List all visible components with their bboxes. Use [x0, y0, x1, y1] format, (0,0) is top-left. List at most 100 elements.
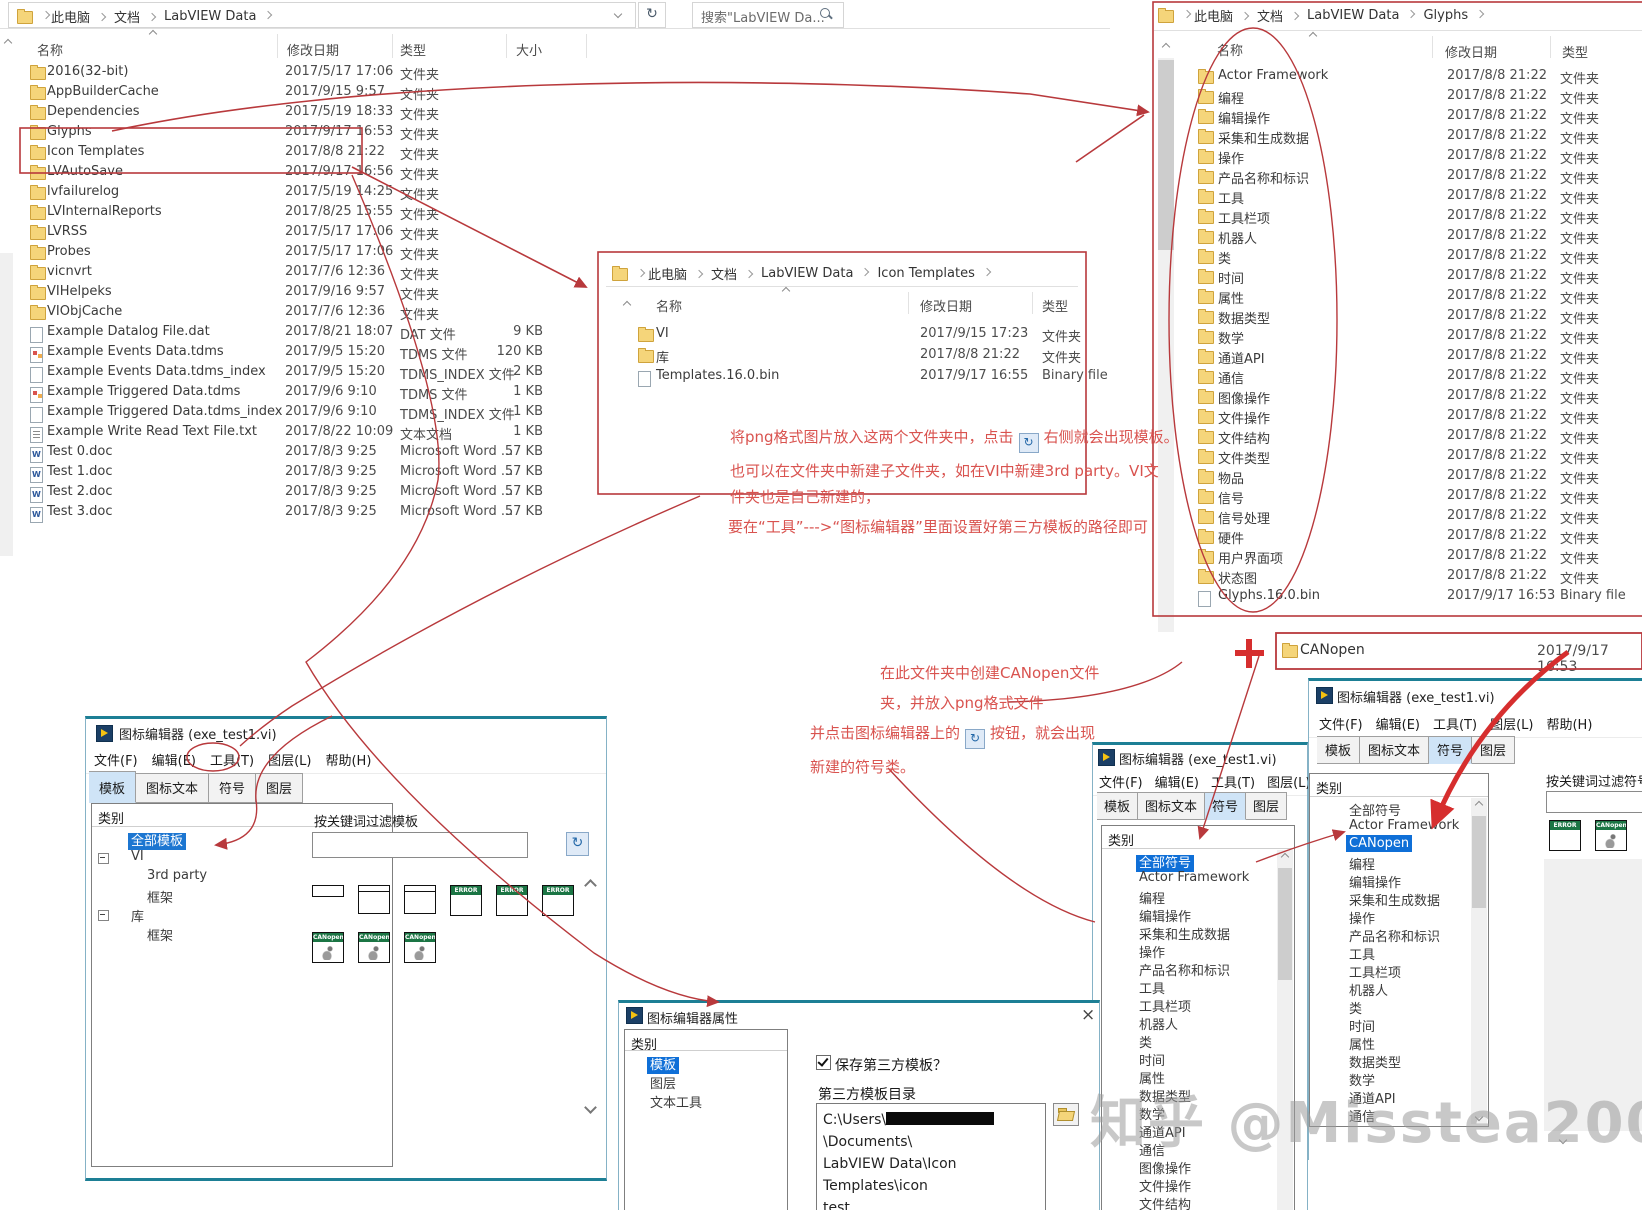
- refresh-templates-button[interactable]: [566, 832, 589, 856]
- tab[interactable]: 图标文本: [1360, 736, 1430, 764]
- template-thumbnail[interactable]: ERROR: [542, 885, 574, 916]
- file-row[interactable]: LVAutoSave 2017/9/17 16:56 文件夹: [0, 164, 1100, 184]
- file-row[interactable]: Glyphs 2017/9/17 16:53 文件夹: [0, 124, 1100, 144]
- tab[interactable]: 图标文本: [1138, 792, 1206, 820]
- breadcrumb[interactable]: 此电脑 文档 LabVIEW Data Glyphs: [1194, 6, 1492, 25]
- address-dropdown-icon[interactable]: [613, 9, 623, 19]
- symbol-category-item[interactable]: 时间: [1136, 1050, 1276, 1069]
- symbol-category-item[interactable]: 数据类型: [1346, 1052, 1470, 1071]
- search-input[interactable]: 搜索"LabVIEW Da...: [692, 2, 844, 28]
- menu-item[interactable]: 工具(T): [210, 750, 254, 769]
- tab[interactable]: 模板: [1317, 736, 1361, 764]
- file-row[interactable]: Templates.16.0.bin 2017/9/17 16:55 Binar…: [598, 368, 1108, 389]
- file-row[interactable]: 图像操作 2017/8/8 21:22 文件夹: [1110, 388, 1642, 408]
- file-row[interactable]: 2016(32-bit) 2017/5/17 17:06 文件夹: [0, 64, 1100, 84]
- file-row[interactable]: 库 2017/8/8 21:22 文件夹: [598, 347, 1086, 368]
- column-header-name[interactable]: 名称: [656, 296, 682, 315]
- template-thumbnail[interactable]: [404, 885, 436, 914]
- symbol-category-item[interactable]: Actor Framework: [1346, 818, 1470, 836]
- file-row[interactable]: 操作 2017/8/8 21:22 文件夹: [1110, 148, 1642, 168]
- file-row[interactable]: 数据类型 2017/8/8 21:22 文件夹: [1110, 308, 1642, 328]
- filter-input[interactable]: [312, 832, 528, 858]
- tree-expander-icon[interactable]: [98, 910, 109, 921]
- tab[interactable]: 图层: [1472, 736, 1516, 764]
- symbol-category-item[interactable]: 采集和生成数据: [1346, 890, 1470, 909]
- symbol-category-item[interactable]: 工具: [1346, 944, 1470, 963]
- file-row[interactable]: 状态图 2017/8/8 21:22 文件夹: [1110, 568, 1642, 588]
- breadcrumb-item[interactable]: Glyphs: [1423, 8, 1492, 23]
- tree-expander-icon[interactable]: [98, 853, 109, 864]
- symbol-category-item[interactable]: Actor Framework: [1136, 870, 1276, 888]
- file-row[interactable]: 文件类型 2017/8/8 21:22 文件夹: [1110, 448, 1642, 468]
- breadcrumb-item[interactable]: 此电脑: [1194, 6, 1257, 25]
- symbol-category-item[interactable]: 全部符号: [1346, 800, 1470, 819]
- file-row[interactable]: 文件结构 2017/8/8 21:22 文件夹: [1110, 428, 1642, 448]
- file-row[interactable]: 工具栏项 2017/8/8 21:22 文件夹: [1110, 208, 1642, 228]
- list-scrollbar[interactable]: [1471, 798, 1487, 1124]
- scroll-down-icon[interactable]: [584, 1101, 597, 1114]
- column-header-date[interactable]: 修改日期: [920, 296, 972, 315]
- template-thumbnail[interactable]: ERROR: [450, 885, 482, 916]
- template-thumbnail[interactable]: [312, 885, 344, 897]
- file-row[interactable]: Actor Framework 2017/8/8 21:22 文件夹: [1110, 68, 1642, 88]
- menu-item[interactable]: 图层(L): [268, 750, 311, 769]
- tab[interactable]: 模板: [1097, 792, 1139, 820]
- template-thumbnail[interactable]: CANopen: [358, 932, 390, 963]
- column-header-type[interactable]: 类型: [400, 40, 426, 59]
- file-row[interactable]: 用户界面项 2017/8/8 21:22 文件夹: [1110, 548, 1642, 568]
- file-row[interactable]: 工具 2017/8/8 21:22 文件夹: [1110, 188, 1642, 208]
- save-third-party-checkbox[interactable]: [816, 1055, 831, 1070]
- dialog-category-item[interactable]: 图层: [647, 1073, 777, 1092]
- file-row[interactable]: 硬件 2017/8/8 21:22 文件夹: [1110, 528, 1642, 548]
- symbol-category-item[interactable]: 机器人: [1346, 980, 1470, 999]
- template-thumbnail[interactable]: [358, 885, 390, 914]
- file-row[interactable]: 属性 2017/8/8 21:22 文件夹: [1110, 288, 1642, 308]
- menu-item[interactable]: 帮助(H): [1546, 714, 1592, 733]
- filter-input[interactable]: [1546, 791, 1642, 813]
- third-party-template-path-field[interactable]: C:\Users\ \Documents\ LabVIEW Data\Icon T…: [816, 1103, 1046, 1210]
- symbol-category-item[interactable]: 编程: [1346, 854, 1470, 873]
- column-header-type[interactable]: 类型: [1042, 296, 1068, 315]
- symbol-category-item[interactable]: 类: [1136, 1032, 1276, 1051]
- symbol-thumbnail[interactable]: ERROR: [1549, 820, 1581, 851]
- template-thumbnail[interactable]: CANopen: [404, 932, 436, 963]
- symbol-category-item[interactable]: CANopen: [1346, 835, 1470, 854]
- column-header-name[interactable]: 名称: [37, 40, 63, 59]
- column-header-date[interactable]: 修改日期: [287, 40, 339, 59]
- pane-collapse-icon[interactable]: [3, 38, 13, 48]
- file-row[interactable]: Dependencies 2017/5/19 18:33 文件夹: [0, 104, 1100, 124]
- pane-collapse-icon[interactable]: [622, 300, 632, 310]
- dialog-category-item[interactable]: 模板: [647, 1054, 777, 1074]
- titlebar[interactable]: 图标编辑器 (exe_test1.vi): [1309, 681, 1642, 706]
- symbol-category-item[interactable]: 产品名称和标识: [1346, 926, 1470, 945]
- file-row[interactable]: Glyphs.16.0.bin 2017/9/17 16:53 Binary f…: [1110, 588, 1642, 608]
- tab[interactable]: 模板: [89, 771, 137, 803]
- file-row[interactable]: 数学 2017/8/8 21:22 文件夹: [1110, 328, 1642, 348]
- menu-item[interactable]: 文件(F): [94, 750, 138, 769]
- file-row[interactable]: 类 2017/8/8 21:22 文件夹: [1110, 248, 1642, 268]
- file-row[interactable]: 通信 2017/8/8 21:22 文件夹: [1110, 368, 1642, 388]
- pane-collapse-icon[interactable]: [1161, 42, 1171, 52]
- menu-item[interactable]: 编辑(E): [152, 750, 196, 769]
- breadcrumb[interactable]: 此电脑 文档 LabVIEW Data: [51, 7, 280, 26]
- file-row[interactable]: VI 2017/9/15 17:23 文件夹: [598, 326, 1086, 347]
- symbol-category-item[interactable]: 机器人: [1136, 1014, 1276, 1033]
- menu-item[interactable]: 编辑(E): [1376, 714, 1420, 733]
- file-row[interactable]: 机器人 2017/8/8 21:22 文件夹: [1110, 228, 1642, 248]
- tab[interactable]: 图层: [256, 773, 304, 803]
- symbol-category-item[interactable]: 编辑操作: [1136, 906, 1276, 925]
- file-row[interactable]: lvfailurelog 2017/5/19 14:25 文件夹: [0, 184, 1100, 204]
- breadcrumb-item[interactable]: Icon Templates: [877, 266, 998, 281]
- symbol-category-item[interactable]: 类: [1346, 998, 1470, 1017]
- symbol-category-item[interactable]: 工具栏项: [1136, 996, 1276, 1015]
- column-header-name[interactable]: 名称: [1217, 40, 1243, 59]
- menu-item[interactable]: 图层(L): [1490, 714, 1533, 733]
- titlebar[interactable]: 图标编辑器 (exe_test1.vi): [1093, 745, 1307, 769]
- breadcrumb-item[interactable]: LabVIEW Data: [761, 266, 877, 281]
- file-row[interactable]: Icon Templates 2017/8/8 21:22 文件夹: [0, 144, 1100, 164]
- file-row[interactable]: LVInternalReports 2017/8/25 15:55 文件夹: [0, 204, 1100, 224]
- file-row[interactable]: 信号 2017/8/8 21:22 文件夹: [1110, 488, 1642, 508]
- symbol-category-item[interactable]: 时间: [1346, 1016, 1470, 1035]
- symbol-category-item[interactable]: 图像操作: [1136, 1158, 1276, 1177]
- file-row[interactable]: AppBuilderCache 2017/9/15 9:57 文件夹: [0, 84, 1100, 104]
